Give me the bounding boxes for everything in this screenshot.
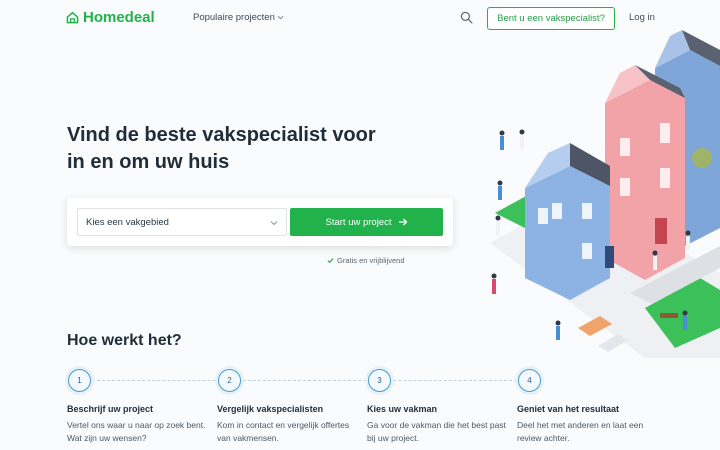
houses-illustration	[490, 30, 720, 358]
logo-text: Homedeal	[83, 9, 155, 26]
start-project-button[interactable]: Start uw project	[290, 208, 443, 236]
free-note-text: Gratis en vrijblijvend	[337, 256, 405, 265]
step-number: 1	[68, 369, 91, 392]
free-note: Gratis en vrijblijvend	[327, 256, 405, 265]
logo[interactable]: Homedeal	[66, 9, 155, 26]
step-title: Kies uw vakman	[367, 404, 438, 414]
login-link[interactable]: Log in	[629, 12, 655, 23]
category-select-value: Kies een vakgebied	[86, 216, 169, 228]
how-it-works-title: Hoe werkt het?	[67, 332, 182, 349]
hero-headline: Vind de beste vakspecialist voor in en o…	[67, 124, 376, 173]
step-title: Beschrijf uw project	[67, 404, 154, 414]
step-1: 1 Beschrijf uw project Vertel ons waar u…	[67, 369, 207, 445]
step-number: 2	[218, 369, 241, 392]
step-4: 4 Geniet van het resultaat Deel het met …	[517, 369, 657, 445]
start-project-label: Start uw project	[325, 216, 392, 228]
arrow-right-icon	[398, 218, 407, 226]
step-number: 3	[368, 369, 391, 392]
category-select[interactable]: Kies een vakgebied	[77, 208, 287, 236]
page: Homedeal Populaire projecten Bent u een …	[0, 0, 720, 450]
step-2: 2 Vergelijk vakspecialisten Kom in conta…	[217, 369, 357, 445]
search-icon[interactable]	[460, 11, 473, 24]
step-number: 4	[518, 369, 541, 392]
step-text: Vertel ons waar u naar op zoek bent. Wat…	[67, 420, 206, 443]
step-title: Vergelijk vakspecialisten	[217, 404, 324, 414]
step-3: 3 Kies uw vakman Ga voor de vakman die h…	[367, 369, 507, 445]
check-icon	[327, 258, 334, 264]
project-search-box: Kies een vakgebied Start uw project	[67, 198, 453, 246]
nav-popular-projects[interactable]: Populaire projecten	[193, 12, 284, 23]
step-text: Kom in contact en vergelijk offertes van…	[217, 420, 350, 443]
step-title: Geniet van het resultaat	[517, 404, 620, 414]
step-text: Ga voor de vakman die het best past bij …	[367, 420, 506, 443]
house-logo-icon	[66, 11, 79, 24]
professional-button[interactable]: Bent u een vakspecialist?	[487, 7, 615, 30]
step-text: Deel het met anderen en laat een review …	[517, 420, 644, 443]
chevron-down-icon	[270, 221, 278, 226]
nav-popular-projects-label: Populaire projecten	[193, 12, 275, 23]
chevron-down-icon	[277, 15, 284, 20]
